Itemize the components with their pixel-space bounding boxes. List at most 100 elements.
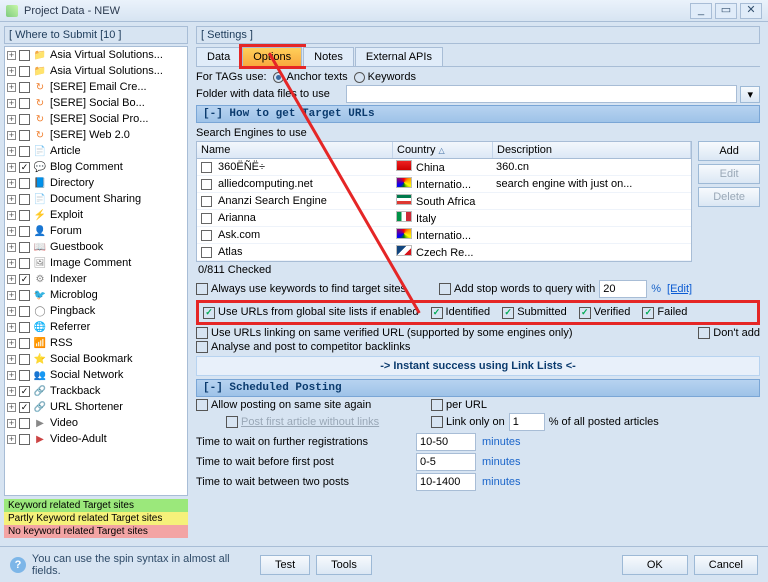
expand-icon[interactable]: +: [7, 275, 16, 284]
sidebar-item[interactable]: + 🔗 URL Shortener: [5, 399, 187, 415]
sidebar-item[interactable]: + ↻ [SERE] Email Cre...: [5, 79, 187, 95]
expand-icon[interactable]: +: [7, 291, 16, 300]
chk-submitted[interactable]: [502, 307, 514, 319]
item-checkbox[interactable]: [19, 370, 30, 381]
sidebar-item[interactable]: + 🐦 Microblog: [5, 287, 187, 303]
maximize-button[interactable]: ▭: [715, 3, 737, 19]
link-only-n[interactable]: [509, 413, 545, 431]
item-checkbox[interactable]: [19, 82, 30, 93]
sidebar-item[interactable]: + ↻ [SERE] Web 2.0: [5, 127, 187, 143]
item-checkbox[interactable]: [19, 338, 30, 349]
sidebar-item[interactable]: + 📖 Guestbook: [5, 239, 187, 255]
sidebar-item[interactable]: + 🌐 Referrer: [5, 319, 187, 335]
table-row[interactable]: alliedcomputing.net Internatio... search…: [197, 176, 691, 193]
ok-button[interactable]: OK: [622, 555, 688, 575]
expand-icon[interactable]: +: [7, 67, 16, 76]
expand-icon[interactable]: +: [7, 147, 16, 156]
chk-verified[interactable]: [579, 307, 591, 319]
expand-icon[interactable]: +: [7, 307, 16, 316]
expand-icon[interactable]: +: [7, 339, 16, 348]
expand-icon[interactable]: +: [7, 243, 16, 252]
expand-icon[interactable]: +: [7, 259, 16, 268]
chk-same-url[interactable]: [196, 327, 208, 339]
item-checkbox[interactable]: [19, 418, 30, 429]
expand-icon[interactable]: +: [7, 323, 16, 332]
folder-dropdown[interactable]: ▾: [740, 86, 760, 103]
row-checkbox[interactable]: [201, 196, 212, 207]
sidebar-item[interactable]: + ⚡ Exploit: [5, 207, 187, 223]
sidebar-item[interactable]: + ↻ [SERE] Social Bo...: [5, 95, 187, 111]
chk-link-only[interactable]: [431, 416, 443, 428]
engine-tree[interactable]: + 📁 Asia Virtual Solutions...+ 📁 Asia Vi…: [4, 46, 188, 496]
sidebar-item[interactable]: + ▶ Video: [5, 415, 187, 431]
item-checkbox[interactable]: [19, 322, 30, 333]
edit-link[interactable]: [Edit]: [667, 283, 692, 295]
expand-icon[interactable]: +: [7, 387, 16, 396]
wait-two-input[interactable]: [416, 473, 476, 491]
chk-per-url[interactable]: [431, 399, 443, 411]
item-checkbox[interactable]: [19, 162, 30, 173]
chk-post-first[interactable]: [226, 416, 238, 428]
stop-words-count[interactable]: [599, 280, 647, 298]
scheduled-header[interactable]: [-] Scheduled Posting: [196, 379, 760, 397]
cancel-button[interactable]: Cancel: [694, 555, 758, 575]
help-icon[interactable]: ?: [10, 557, 26, 573]
table-row[interactable]: Atlas Czech Re...: [197, 244, 691, 261]
item-checkbox[interactable]: [19, 130, 30, 141]
edit-button[interactable]: Edit: [698, 164, 760, 184]
expand-icon[interactable]: +: [7, 115, 16, 124]
col-name[interactable]: Name: [197, 142, 393, 158]
delete-button[interactable]: Delete: [698, 187, 760, 207]
expand-icon[interactable]: +: [7, 99, 16, 108]
expand-icon[interactable]: +: [7, 403, 16, 412]
sidebar-item[interactable]: + 👥 Social Network: [5, 367, 187, 383]
targets-header[interactable]: [-] How to get Target URLs: [196, 105, 760, 123]
item-checkbox[interactable]: [19, 194, 30, 205]
item-checkbox[interactable]: [19, 274, 30, 285]
row-checkbox[interactable]: [201, 162, 212, 173]
sidebar-item[interactable]: + 📁 Asia Virtual Solutions...: [5, 47, 187, 63]
sidebar-item[interactable]: + ◯ Pingback: [5, 303, 187, 319]
sidebar-item[interactable]: + ⭐ Social Bookmark: [5, 351, 187, 367]
item-checkbox[interactable]: [19, 146, 30, 157]
minimize-button[interactable]: _: [690, 3, 712, 19]
item-checkbox[interactable]: [19, 226, 30, 237]
test-button[interactable]: Test: [260, 555, 310, 575]
chk-allow-same[interactable]: [196, 399, 208, 411]
chk-always-keywords[interactable]: [196, 283, 208, 295]
row-checkbox[interactable]: [201, 179, 212, 190]
table-row[interactable]: 360ËÑË÷ China 360.cn: [197, 159, 691, 176]
sidebar-item[interactable]: + 📄 Article: [5, 143, 187, 159]
table-row[interactable]: Ask.com Internatio...: [197, 227, 691, 244]
expand-icon[interactable]: +: [7, 195, 16, 204]
item-checkbox[interactable]: [19, 178, 30, 189]
sidebar-item[interactable]: + 💬 Blog Comment: [5, 159, 187, 175]
sidebar-item[interactable]: + 📁 Asia Virtual Solutions...: [5, 63, 187, 79]
chk-stop-words[interactable]: [439, 283, 451, 295]
close-button[interactable]: ✕: [740, 3, 762, 19]
row-checkbox[interactable]: [201, 213, 212, 224]
item-checkbox[interactable]: [19, 290, 30, 301]
col-description[interactable]: Description: [493, 142, 691, 158]
sidebar-item[interactable]: + 🔗 Trackback: [5, 383, 187, 399]
chk-identified[interactable]: [431, 307, 443, 319]
item-checkbox[interactable]: [19, 210, 30, 221]
lbl-post-first[interactable]: Post first article without links: [241, 416, 431, 428]
tab-external-apis[interactable]: External APIs: [355, 47, 443, 66]
item-checkbox[interactable]: [19, 258, 30, 269]
table-row[interactable]: Arianna Italy: [197, 210, 691, 227]
sidebar-header[interactable]: [ Where to Submit [10 ]: [4, 26, 188, 44]
item-checkbox[interactable]: [19, 402, 30, 413]
expand-icon[interactable]: +: [7, 419, 16, 428]
chk-analyse[interactable]: [196, 341, 208, 353]
expand-icon[interactable]: +: [7, 435, 16, 444]
item-checkbox[interactable]: [19, 66, 30, 77]
sidebar-item[interactable]: + ⚙ Indexer: [5, 271, 187, 287]
chk-failed[interactable]: [642, 307, 654, 319]
item-checkbox[interactable]: [19, 386, 30, 397]
expand-icon[interactable]: +: [7, 227, 16, 236]
add-button[interactable]: Add: [698, 141, 760, 161]
expand-icon[interactable]: +: [7, 371, 16, 380]
item-checkbox[interactable]: [19, 50, 30, 61]
col-country[interactable]: Country△: [393, 142, 493, 158]
